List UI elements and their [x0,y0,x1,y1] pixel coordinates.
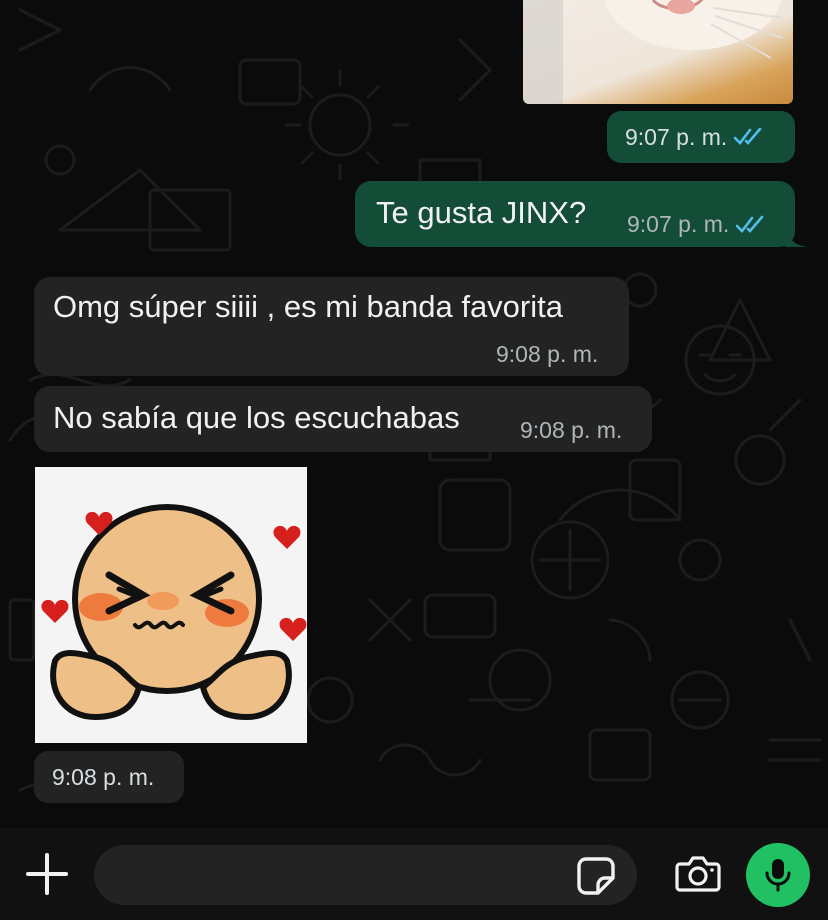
cat-photo [523,0,784,104]
message-text: Omg súper siiii , es mi banda favorita [53,289,563,324]
plus-icon[interactable] [25,852,69,896]
message-time: 9:08 p. m. [520,417,623,443]
camera-icon[interactable] [674,854,722,894]
sticker-message[interactable] [35,467,307,743]
message-input[interactable] [94,845,637,905]
message-meta: 9:08 p. m. [520,417,622,444]
microphone-button[interactable] [746,843,810,907]
message-text: Te gusta JINX? [376,195,587,230]
microphone-icon [765,859,791,892]
image-message-meta: 9:07 p. m. [607,111,795,163]
message-time: 9:08 p. m. [496,341,599,367]
image-attachment[interactable] [523,0,793,104]
chat-area[interactable]: 9:07 p. m. Te gusta JINX? 9:07 p. m. Omg… [0,0,828,828]
message-text: No sabía que los escuchabas [53,400,460,435]
message-time: 9:08 p. m. [52,763,155,790]
outgoing-message[interactable]: Te gusta JINX? 9:07 p. m. [355,181,807,247]
sticker-icon[interactable] [576,856,616,896]
read-receipt-icon [735,215,764,233]
read-receipt-icon [733,127,762,145]
message-meta: 9:08 p. m. [496,341,598,368]
message-meta: 9:07 p. m. [627,211,767,238]
blushing-face-sticker [41,504,307,721]
message-time: 9:07 p. m. [627,211,730,237]
sticker-message-meta: 9:08 p. m. [34,751,184,803]
incoming-message[interactable]: No sabía que los escuchabas 9:08 p. m. [34,386,652,452]
incoming-message[interactable]: Omg súper siiii , es mi banda favorita 9… [34,277,629,376]
bubble-tail [785,225,807,247]
message-time: 9:07 p. m. [625,123,728,150]
